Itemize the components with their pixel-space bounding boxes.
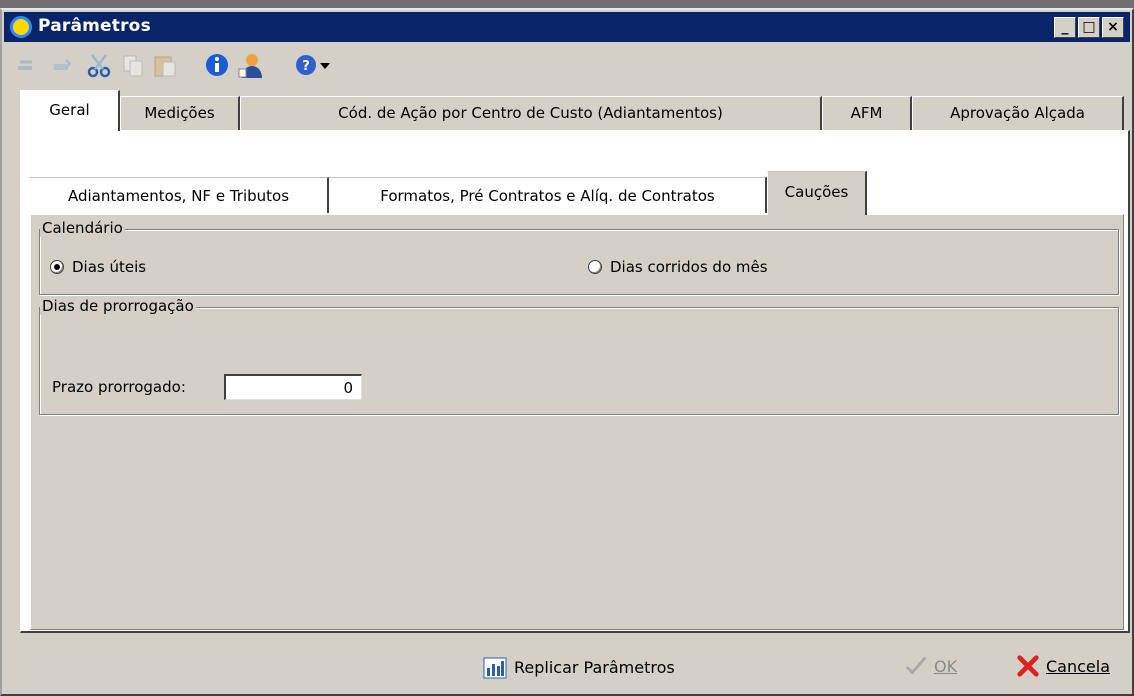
cancel-button[interactable]: Cancela <box>1016 654 1110 678</box>
window-title: Parâmetros <box>38 16 151 36</box>
tab-acao-centro-custo[interactable]: Cód. de Ação por Centro de Custo (Adiant… <box>240 96 822 130</box>
calendar-groupbox: Calendário Dias úteis Dias corridos do m… <box>39 219 1119 295</box>
tab-label: Cauções <box>784 183 849 201</box>
tab-formatos[interactable]: Formatos, Pré Contratos e Alíq. de Contr… <box>329 177 767 213</box>
redo-icon[interactable] <box>48 52 74 78</box>
tab-caucoes[interactable]: Cauções <box>767 171 867 215</box>
radio-unselected-icon <box>588 260 602 274</box>
tab-label: Medições <box>144 104 215 122</box>
extension-legend: Dias de prorrogação <box>40 297 196 315</box>
bottom-button-bar: Replicar Parâmetros OK Cancela <box>4 640 1130 696</box>
app-icon <box>10 16 32 38</box>
replicate-button[interactable]: Replicar Parâmetros <box>482 654 675 680</box>
tab-medicoes[interactable]: Medições <box>120 96 240 130</box>
help-icon[interactable]: ? <box>294 52 320 78</box>
minimize-button[interactable]: _ <box>1054 17 1076 38</box>
caucoes-tab-panel: Calendário Dias úteis Dias corridos do m… <box>30 214 1124 630</box>
ok-label: OK <box>934 656 958 676</box>
tab-label: Formatos, Pré Contratos e Alíq. de Contr… <box>380 187 715 205</box>
calendar-legend: Calendário <box>40 219 125 237</box>
cancel-label: Cancela <box>1046 656 1111 676</box>
radio-dias-corridos[interactable]: Dias corridos do mês <box>588 258 768 276</box>
close-x-icon <box>1017 655 1039 677</box>
tab-geral[interactable]: Geral <box>20 90 120 131</box>
dropdown-arrow-icon[interactable] <box>318 52 332 78</box>
copy-icon[interactable] <box>120 52 146 78</box>
tab-adiantamentos[interactable]: Adiantamentos, NF e Tributos <box>29 177 329 213</box>
radio-selected-icon <box>50 260 64 274</box>
tab-label: Adiantamentos, NF e Tributos <box>67 187 290 205</box>
tab-afm[interactable]: AFM <box>822 96 912 130</box>
main-tabstrip: Geral Medições Cód. de Ação por Centro d… <box>20 90 1130 131</box>
tab-label: Aprovação Alçada <box>950 104 1085 122</box>
radio-label: Dias corridos do mês <box>610 258 768 276</box>
info-icon[interactable] <box>204 52 230 78</box>
tab-label: Geral <box>49 101 90 119</box>
radio-dias-uteis[interactable]: Dias úteis <box>50 258 146 276</box>
svg-text:?: ? <box>302 59 310 74</box>
toolbar: ? <box>4 44 1130 88</box>
parameters-window: Parâmetros _ □ × ? Geral Medições Cód. d… <box>0 8 1134 696</box>
maximize-button[interactable]: □ <box>1078 17 1100 38</box>
replicate-icon <box>483 657 507 679</box>
tab-label: AFM <box>850 104 883 122</box>
tab-aprovacao-alcada[interactable]: Aprovação Alçada <box>912 96 1124 130</box>
prazo-prorrogado-input[interactable]: 0 <box>224 374 362 400</box>
cut-icon[interactable] <box>86 52 112 78</box>
radio-label: Dias úteis <box>72 258 147 276</box>
prazo-prorrogado-label: Prazo prorrogado: <box>52 378 186 396</box>
paste-icon[interactable] <box>152 52 178 78</box>
ok-button[interactable]: OK <box>904 654 957 678</box>
replicate-label: Replicar Parâmetros <box>514 657 675 677</box>
user-icon[interactable] <box>238 52 264 78</box>
title-bar[interactable]: Parâmetros _ □ × <box>4 12 1130 42</box>
tab-label: Cód. de Ação por Centro de Custo (Adiant… <box>338 104 723 122</box>
extension-groupbox: Dias de prorrogação Prazo prorrogado: 0 <box>39 297 1119 415</box>
undo-icon[interactable] <box>14 52 40 78</box>
close-button[interactable]: × <box>1102 17 1124 38</box>
check-icon <box>905 656 927 675</box>
